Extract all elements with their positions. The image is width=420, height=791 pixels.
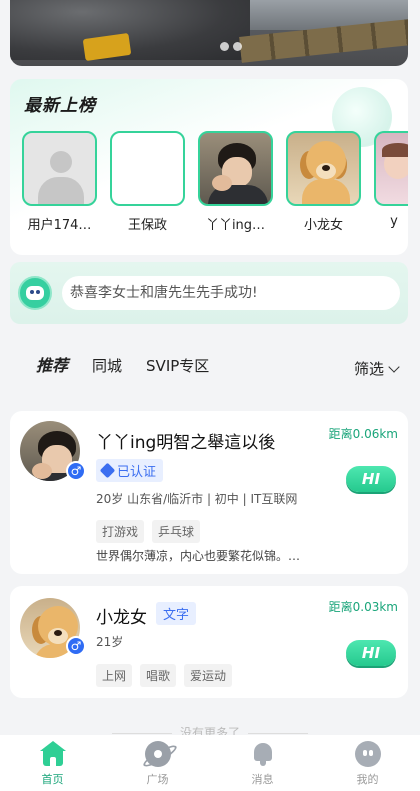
nav-me[interactable]: 我的	[338, 741, 398, 787]
male-gender-icon: ♂	[66, 461, 86, 481]
robot-icon	[18, 276, 52, 310]
male-gender-icon: ♂	[66, 636, 86, 656]
interest-tag: 打游戏	[96, 520, 145, 543]
dog-photo-avatar	[286, 131, 361, 206]
kid-photo-avatar	[374, 131, 408, 206]
verified-label: 已认证	[117, 465, 157, 480]
interest-tag: 上网	[96, 664, 133, 687]
bottom-nav: 首页 广场 消息 我的	[0, 735, 420, 791]
bell-icon	[250, 741, 276, 767]
user-card[interactable]: ♂ 小龙女 文字 距离0.03km HI 21岁 上网 唱歌 爱运动	[10, 586, 408, 698]
notice-bar: 恭喜李女士和唐先生先手成功!	[10, 262, 408, 324]
interest-tag: 爱运动	[184, 664, 233, 687]
hi-button[interactable]: HI	[346, 466, 396, 492]
chevron-down-icon	[388, 360, 400, 373]
distance-text: 距离0.03km	[328, 600, 398, 614]
user-card[interactable]: ♂ 丫丫ing明智之舉這以後 已认证 距离0.06km HI 20岁 山东省/临…	[10, 411, 408, 574]
blank-avatar	[110, 131, 185, 206]
default-avatar	[22, 131, 97, 206]
nav-label: 我的	[356, 773, 379, 786]
me-icon	[354, 741, 381, 767]
latest-user-name: 用户174…	[27, 218, 92, 233]
verified-icon	[99, 462, 116, 479]
interest-tag: 乒乓球	[152, 520, 201, 543]
interest-tag: 唱歌	[140, 664, 177, 687]
home-icon	[39, 741, 66, 767]
user-age: 21岁	[96, 635, 124, 649]
user-bio: 世界偶尔薄凉，内心也要繁花似锦。…	[96, 549, 301, 563]
nav-messages[interactable]: 消息	[233, 741, 293, 787]
text-badge: 文字	[156, 602, 197, 625]
nav-home[interactable]: 首页	[23, 741, 83, 787]
verified-badge: 已认证	[96, 459, 164, 482]
hi-button[interactable]: HI	[346, 640, 396, 666]
tab-svip[interactable]: SVIP专区	[146, 355, 209, 376]
latest-user-3[interactable]: 丫丫ing…	[198, 131, 273, 233]
user-info: 20岁 山东省/临沂市 | 初中 | IT互联网	[96, 492, 298, 506]
latest-user-1[interactable]: 用户174…	[22, 131, 97, 233]
feed-tabs: 推荐 同城 SVIP专区	[36, 352, 209, 376]
latest-user-name: 王保政	[127, 218, 167, 233]
distance-text: 距离0.06km	[328, 427, 398, 441]
tab-same-city[interactable]: 同城	[92, 355, 122, 376]
girl-photo-avatar	[198, 131, 273, 206]
latest-user-name: 小龙女	[303, 218, 343, 233]
interest-tags: 上网 唱歌 爱运动	[96, 664, 233, 687]
banner-indicator-dots	[220, 42, 242, 51]
nav-label: 消息	[251, 773, 274, 786]
latest-user-2[interactable]: 王保政	[110, 131, 185, 233]
user-name: 丫丫ing明智之舉這以後	[96, 433, 276, 453]
plaza-icon	[144, 741, 171, 767]
nav-plaza[interactable]: 广场	[128, 741, 188, 787]
filter-label: 筛选	[353, 360, 384, 378]
latest-user-name: y	[390, 214, 398, 229]
nav-label: 广场	[146, 773, 169, 786]
top-banner[interactable]	[10, 0, 408, 66]
latest-user-4[interactable]: 小龙女	[286, 131, 361, 233]
latest-list-title: 最新上榜	[24, 91, 96, 118]
filter-button[interactable]: 筛选	[353, 358, 400, 379]
latest-user-name: 丫丫ing…	[205, 218, 266, 233]
latest-list-row: 用户174… 王保政 丫丫ing… 小龙女 y	[22, 131, 408, 233]
nav-label: 首页	[41, 773, 64, 786]
latest-list-card: 最新上榜 用户174… 王保政 丫丫ing… 小龙女 y	[10, 79, 408, 255]
latest-user-5[interactable]: y	[374, 131, 408, 233]
user-name: 小龙女	[96, 608, 147, 628]
notice-text: 恭喜李女士和唐先生先手成功!	[62, 276, 400, 310]
tab-recommend[interactable]: 推荐	[36, 352, 68, 376]
interest-tags: 打游戏 乒乓球	[96, 520, 201, 543]
